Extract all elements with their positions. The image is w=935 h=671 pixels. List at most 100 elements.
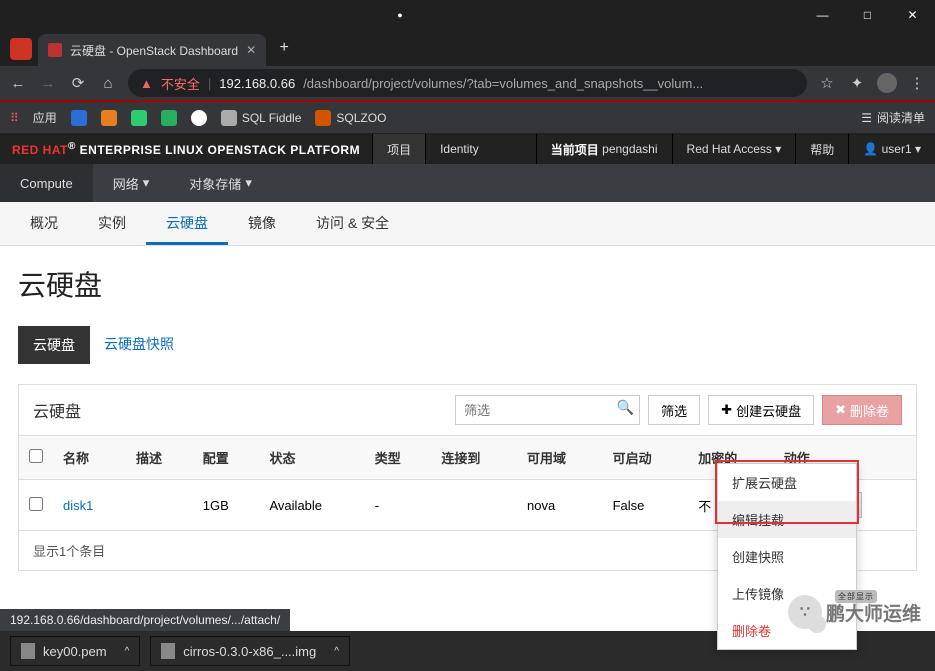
nav3-volumes[interactable]: 云硬盘 (146, 203, 228, 245)
topnav-project[interactable]: 项目 (372, 134, 425, 164)
cell-desc (126, 480, 193, 531)
nav2-objectstore[interactable]: 对象存储▾ (169, 164, 272, 202)
bm-icon-2[interactable] (101, 110, 117, 126)
filter-box: 🔍 (455, 395, 640, 425)
download-filename: cirros-0.3.0-x86_....img (183, 644, 316, 659)
tab-favicon (48, 43, 62, 57)
nav-back-icon[interactable]: ← (8, 75, 28, 92)
search-icon[interactable]: 🔍 (617, 399, 634, 416)
nav3-images[interactable]: 镜像 (228, 203, 296, 245)
browser-menu-icon[interactable]: ⋮ (907, 74, 927, 92)
reading-list[interactable]: ☰ 阅读清单 (861, 109, 925, 126)
col-name[interactable]: 名称 (53, 436, 126, 480)
menu-create-snapshot[interactable]: 创建快照 (718, 538, 856, 575)
insecure-icon: ▲ (140, 76, 153, 91)
nav3-access[interactable]: 访问 & 安全 (296, 203, 409, 245)
window-minimize[interactable]: — (800, 0, 845, 30)
apps-label[interactable]: 应用 (33, 109, 57, 126)
tab-title: 云硬盘 - OpenStack Dashboard (70, 42, 238, 59)
addr-sep: | (208, 76, 211, 91)
current-project: 当前项目 pengdashi (536, 134, 672, 164)
nav2-network[interactable]: 网络▾ (93, 164, 170, 202)
create-volume-button[interactable]: ✚创建云硬盘 (708, 395, 814, 425)
watermark-small: 全部显示 (835, 590, 877, 603)
extensions-icon[interactable]: ✦ (847, 74, 867, 92)
rh-access-label: Red Hat Access (687, 142, 772, 156)
addr-path: /dashboard/project/volumes/?tab=volumes_… (303, 76, 703, 91)
address-bar: ← → ⟳ ⌂ ▲ 不安全 | 192.168.0.66 /dashboard/… (0, 66, 935, 102)
menu-edit-attachment[interactable]: 编辑挂载 (718, 501, 856, 538)
new-tab-button[interactable]: + (270, 34, 298, 62)
bm-icon-5[interactable] (191, 110, 207, 126)
addr-host: 192.168.0.66 (219, 76, 295, 91)
apps-icon[interactable]: ⠿ (10, 111, 19, 125)
user-name: user1 (882, 142, 912, 156)
bm-sqlzoo[interactable]: SQLZOO (315, 110, 386, 126)
chevron-up-icon[interactable]: ^ (334, 646, 339, 657)
nav-home-icon[interactable]: ⌂ (98, 75, 118, 92)
table-title: 云硬盘 (33, 398, 81, 422)
filter-input[interactable] (455, 395, 640, 425)
nav2-network-label: 网络 (113, 174, 139, 193)
download-item-2[interactable]: cirros-0.3.0-x86_....img ^ (150, 636, 350, 666)
window-maximize[interactable]: □ (845, 0, 890, 30)
brand: RED HAT® ENTERPRISE LINUX OPENSTACK PLAT… (0, 141, 372, 157)
col-bootable[interactable]: 可启动 (603, 436, 689, 480)
window-close[interactable]: ✕ (890, 0, 935, 30)
bm-sqlzoo-label: SQLZOO (336, 111, 386, 125)
insecure-label: 不安全 (161, 74, 200, 93)
col-attached[interactable]: 连接到 (431, 436, 517, 480)
address-field[interactable]: ▲ 不安全 | 192.168.0.66 /dashboard/project/… (128, 69, 807, 97)
brand-rest: ENTERPRISE LINUX OPENSTACK PLATFORM (76, 143, 360, 157)
cell-name[interactable]: disk1 (53, 480, 126, 531)
col-type[interactable]: 类型 (365, 436, 432, 480)
proj-value: pengdashi (602, 142, 657, 156)
tab-close-icon[interactable]: ✕ (246, 43, 256, 57)
nav-forward-icon: → (38, 75, 58, 92)
rh-access[interactable]: Red Hat Access ▾ (672, 134, 796, 164)
subtabs: 云硬盘 云硬盘快照 (18, 326, 917, 364)
cell-attached (431, 480, 517, 531)
window-app-icon: ● (378, 0, 423, 30)
nav-reload-icon[interactable]: ⟳ (68, 74, 88, 92)
delete-volumes-label: 删除卷 (850, 401, 889, 420)
filter-button[interactable]: 筛选 (648, 395, 700, 425)
caret-icon: ▾ (915, 142, 921, 156)
nav3-instances[interactable]: 实例 (78, 203, 146, 245)
file-icon (161, 643, 175, 659)
chevron-up-icon[interactable]: ^ (125, 646, 130, 657)
browser-tab[interactable]: 云硬盘 - OpenStack Dashboard ✕ (38, 34, 266, 66)
plus-icon: ✚ (721, 402, 732, 418)
download-item-1[interactable]: key00.pem ^ (10, 636, 140, 666)
bm-icon-3[interactable] (131, 110, 147, 126)
help-link[interactable]: 帮助 (795, 134, 848, 164)
bm-icon-1[interactable] (71, 110, 87, 126)
cell-zone: nova (517, 480, 603, 531)
tertiary-nav: 概况 实例 云硬盘 镜像 访问 & 安全 (0, 202, 935, 246)
nav2-objectstore-label: 对象存储 (189, 174, 241, 193)
menu-extend-volume[interactable]: 扩展云硬盘 (718, 464, 856, 501)
col-status[interactable]: 状态 (260, 436, 365, 480)
topnav-identity[interactable]: Identity (425, 134, 493, 164)
bookmark-star-icon[interactable]: ☆ (817, 74, 837, 92)
delete-volumes-button[interactable]: ✖删除卷 (822, 395, 902, 425)
bm-sqlfiddle[interactable]: SQL Fiddle (221, 110, 302, 126)
cell-conf: 1GB (193, 480, 260, 531)
reading-list-icon: ☰ (861, 111, 872, 125)
caret-icon: ▾ (775, 142, 781, 156)
file-icon (21, 643, 35, 659)
col-zone[interactable]: 可用域 (517, 436, 603, 480)
col-conf[interactable]: 配置 (193, 436, 260, 480)
bm-icon-4[interactable] (161, 110, 177, 126)
nav2-compute[interactable]: Compute (0, 164, 93, 202)
select-all-checkbox[interactable] (29, 449, 43, 463)
subtab-volumes[interactable]: 云硬盘 (18, 326, 90, 364)
caret-icon: ▾ (245, 175, 252, 191)
user-menu[interactable]: 👤 user1 ▾ (848, 134, 935, 164)
profile-icon[interactable] (877, 73, 897, 93)
tab-strip: 云硬盘 - OpenStack Dashboard ✕ + (0, 30, 935, 66)
row-checkbox[interactable] (29, 497, 43, 511)
col-desc[interactable]: 描述 (126, 436, 193, 480)
nav3-overview[interactable]: 概况 (10, 203, 78, 245)
subtab-snapshots[interactable]: 云硬盘快照 (90, 326, 188, 364)
